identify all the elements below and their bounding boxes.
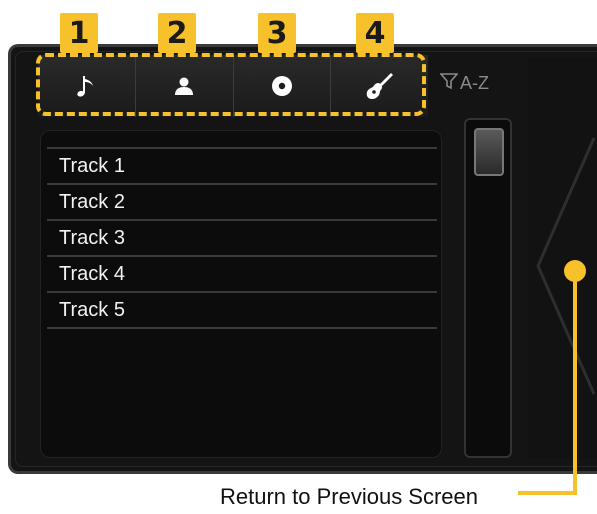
tab-badge-3: 3: [258, 13, 296, 53]
guitar-icon: [365, 71, 395, 101]
browse-tab-bar: [38, 55, 428, 117]
sort-filter[interactable]: A-Z: [439, 72, 489, 95]
tab-badge-4: 4: [356, 13, 394, 53]
tab-artists[interactable]: [135, 55, 234, 117]
tab-songs[interactable]: [38, 55, 136, 117]
tab-genres[interactable]: [331, 55, 428, 117]
tab-albums[interactable]: [233, 55, 332, 117]
sort-label: A-Z: [460, 73, 489, 93]
music-note-icon: [76, 74, 96, 98]
back-button[interactable]: [528, 58, 597, 458]
tab-badge-2: 2: [158, 13, 196, 53]
callout-line: [518, 491, 577, 495]
back-chevron-icon: [536, 137, 596, 395]
list-item[interactable]: Track 4: [47, 257, 437, 293]
callout-line: [573, 281, 577, 495]
list-item[interactable]: Track 2: [47, 185, 437, 221]
list-item[interactable]: Track 3: [47, 221, 437, 257]
callout-label: Return to Previous Screen: [220, 484, 479, 509]
filter-icon: [439, 72, 459, 95]
tab-badge-1: 1: [60, 13, 98, 53]
person-icon: [174, 76, 194, 96]
track-list: Track 1 Track 2 Track 3 Track 4 Track 5: [40, 130, 442, 458]
callout-dot: [564, 260, 586, 282]
disc-icon: [271, 75, 293, 97]
list-item[interactable]: Track 1: [47, 149, 437, 185]
scrollbar-thumb[interactable]: [474, 128, 504, 176]
list-item[interactable]: Track 5: [47, 293, 437, 329]
